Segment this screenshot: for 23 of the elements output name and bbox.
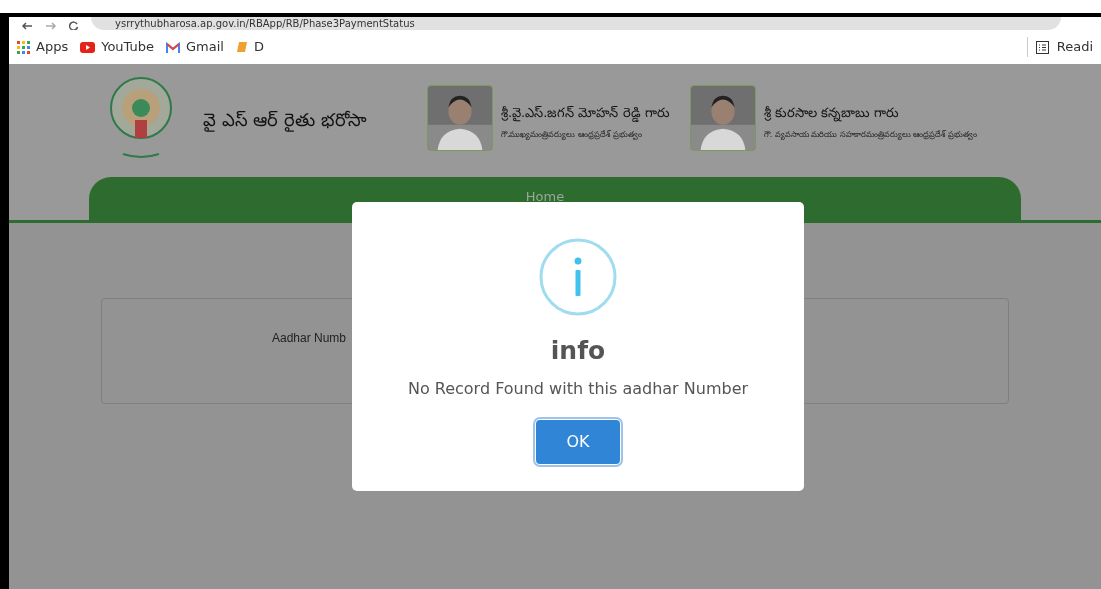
person-name: శ్రీ కురసాల కన్నబాబు గారు: [763, 104, 901, 123]
field-label: Aadhar Numb: [272, 331, 347, 345]
dialog-title: info: [550, 338, 606, 363]
reading-list-button[interactable]: Readi: [1035, 37, 1093, 57]
reload-icon[interactable]: [69, 21, 79, 30]
info-icon: [539, 238, 617, 316]
mail-icon: [166, 41, 181, 53]
bookmark[interactable]: Gmail: [166, 37, 224, 57]
address-bar[interactable]: ysrrythubharosa.ap.gov.in/RBApp/RB/Phase3PaymentStatus: [91, 17, 1061, 30]
apps-grid-icon: [17, 40, 30, 54]
dialog-message: No Record Found with this aadhar Number: [407, 378, 749, 400]
site-title: వై ఎస్ ఆర్ రైతు భరోసా: [203, 108, 367, 133]
play-icon: [80, 41, 96, 53]
person-role: గౌ. వ్యవసాయ మరియు సహకారమంత్రివర్యులు ఆంధ్రప్రదేశ్ ప్రభుత్వం: [763, 128, 977, 141]
bookmark[interactable]: D: [236, 37, 264, 57]
person-role: గౌ.ముఖ్యమంత్రివర్యులు ఆంధ్రప్రదేశ్ ప్రభుత్వం: [500, 128, 643, 141]
ok-button[interactable]: OK: [536, 420, 620, 464]
back-icon[interactable]: [21, 22, 33, 30]
bookmark[interactable]: Apps: [17, 37, 69, 57]
bookmark[interactable]: YouTube: [80, 37, 155, 57]
person-name: శ్రీ.వై.ఎస్.జగన్ మోహన్ రెడ్డి గారు: [500, 104, 670, 123]
list-icon: [1035, 40, 1049, 54]
book-icon: [236, 41, 248, 53]
